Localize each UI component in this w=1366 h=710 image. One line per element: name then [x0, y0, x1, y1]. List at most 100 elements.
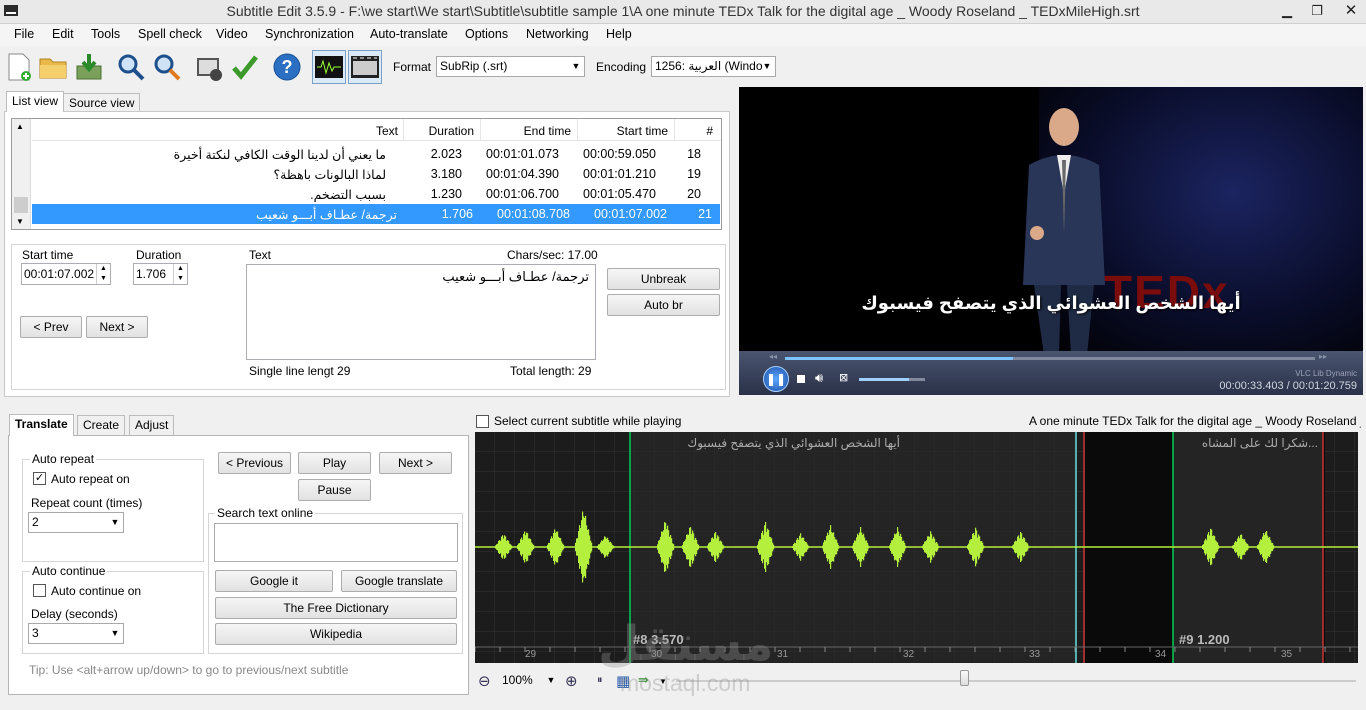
- cell-number: 20: [687, 187, 701, 201]
- help-icon[interactable]: ?: [270, 50, 304, 84]
- tick-label: 35: [1281, 649, 1293, 660]
- next-subtitle-button[interactable]: Next >: [379, 452, 452, 474]
- encoding-label: Encoding: [596, 60, 647, 74]
- repeat-count-select[interactable]: 2 ▼: [28, 512, 124, 533]
- zoom-in-icon[interactable]: ⊕: [565, 672, 578, 690]
- select-while-playing-checkbox[interactable]: [476, 415, 489, 428]
- visual-sync-icon[interactable]: [192, 50, 226, 84]
- menu-video[interactable]: Video: [216, 27, 248, 41]
- tab-adjust[interactable]: Adjust: [129, 415, 175, 435]
- replace-icon[interactable]: [150, 50, 184, 84]
- chevron-down-icon: ▼: [762, 61, 772, 71]
- duration-spinner[interactable]: ▲ ▼: [173, 264, 187, 284]
- menu-help[interactable]: Help: [606, 27, 632, 41]
- fullscreen-icon[interactable]: ⊠: [839, 371, 848, 384]
- tab-create[interactable]: Create: [77, 415, 126, 435]
- next-button[interactable]: Next >: [86, 316, 148, 338]
- delay-label: Delay (seconds): [31, 607, 118, 621]
- volume-icon[interactable]: 🔊︎: [815, 370, 823, 386]
- tick-label: 33: [1029, 649, 1041, 660]
- spell-check-icon[interactable]: [228, 50, 262, 84]
- format-select[interactable]: SubRip (.srt) ▼: [436, 56, 585, 77]
- play-button[interactable]: Play: [298, 452, 371, 474]
- tab-source-view[interactable]: Source view: [63, 93, 141, 112]
- menu-bar: File Edit Tools Spell check Video Synchr…: [0, 24, 1366, 46]
- cell-end: 00:01:06.700: [486, 187, 559, 201]
- position-slider-thumb[interactable]: [960, 670, 969, 686]
- auto-continue-on-label: Auto continue on: [51, 584, 142, 598]
- open-folder-icon[interactable]: [36, 50, 70, 84]
- auto-br-button[interactable]: Auto br: [607, 294, 720, 316]
- find-icon[interactable]: [114, 50, 148, 84]
- col-duration[interactable]: Duration: [429, 124, 474, 138]
- video-player[interactable]: TEDx أيها الشخص العشوائي الذي يتصفح فيسب…: [739, 87, 1363, 395]
- cell-text: بسبب التضخم.: [310, 188, 386, 202]
- scroll-down-icon[interactable]: ▼: [16, 217, 24, 226]
- table-row[interactable]: ما يعني أن لدينا الوقت الكافي لنكتة أخير…: [21, 144, 709, 164]
- title-bar: Subtitle Edit 3.5.9 - F:\we start\We sta…: [0, 0, 1366, 24]
- col-end-time[interactable]: End time: [524, 124, 571, 138]
- tick-label: 34: [1155, 649, 1167, 660]
- new-file-icon[interactable]: [2, 50, 36, 84]
- menu-networking[interactable]: Networking: [526, 27, 589, 41]
- table-row[interactable]: لماذا البالونات باهظة؟ 3.180 00:01:04.39…: [21, 164, 709, 184]
- menu-edit[interactable]: Edit: [52, 27, 74, 41]
- unbreak-button[interactable]: Unbreak: [607, 268, 720, 290]
- auto-continue-group-label: Auto continue: [30, 564, 108, 578]
- table-row-selected[interactable]: ترجمة/ عطـاف أبـــو شعيب 1.706 00:01:08.…: [32, 204, 720, 224]
- tab-list-view[interactable]: List view: [6, 91, 65, 112]
- previous-button[interactable]: < Previous: [218, 452, 291, 474]
- stop-icon[interactable]: [797, 375, 805, 383]
- auto-repeat-checkbox[interactable]: ✓: [33, 472, 46, 485]
- menu-options[interactable]: Options: [465, 27, 508, 41]
- table-row[interactable]: بسبب التضخم. 1.230 00:01:06.700 00:01:05…: [21, 184, 709, 204]
- minimize-icon[interactable]: ▁: [1272, 0, 1302, 22]
- auto-continue-checkbox[interactable]: [33, 584, 46, 597]
- google-translate-button[interactable]: Google translate: [341, 570, 457, 592]
- encoding-select[interactable]: 1256: العربية (Windo ▼: [651, 56, 776, 77]
- volume-bar-fill: [859, 378, 909, 381]
- menu-tools[interactable]: Tools: [91, 27, 120, 41]
- pause-icon[interactable]: ❚❚: [763, 366, 789, 392]
- auto-repeat-on-label: Auto repeat on: [51, 472, 130, 486]
- col-start-time[interactable]: Start time: [617, 124, 668, 138]
- video-toggle-icon[interactable]: [348, 50, 382, 84]
- menu-synchronization[interactable]: Synchronization: [265, 27, 354, 41]
- select-while-playing-label: Select current subtitle while playing: [494, 414, 682, 428]
- search-online-input[interactable]: [214, 523, 458, 562]
- prev-button[interactable]: < Prev: [20, 316, 82, 338]
- forward-icon[interactable]: ▸▸: [1319, 352, 1327, 361]
- tab-translate[interactable]: Translate: [9, 414, 74, 436]
- cell-duration: 3.180: [430, 167, 462, 181]
- rewind-icon[interactable]: ◂◂: [769, 352, 777, 361]
- start-time-spinner[interactable]: ▲ ▼: [96, 264, 110, 284]
- zoom-select[interactable]: 100% ▼: [499, 671, 559, 692]
- menu-auto-translate[interactable]: Auto-translate: [370, 27, 448, 41]
- position-slider[interactable]: [676, 680, 1356, 682]
- chevron-down-icon: ▼: [110, 628, 120, 638]
- google-it-button[interactable]: Google it: [215, 570, 333, 592]
- start-time-label: Start time: [22, 248, 74, 262]
- close-icon[interactable]: ✕: [1336, 0, 1366, 22]
- menu-file[interactable]: File: [14, 27, 34, 41]
- col-number[interactable]: #: [706, 124, 713, 138]
- total-length: Total length: 29: [510, 364, 592, 378]
- free-dictionary-button[interactable]: The Free Dictionary: [215, 597, 457, 619]
- scroll-up-icon[interactable]: ▲: [16, 122, 24, 131]
- watermark-ar: مستقل: [598, 618, 774, 671]
- split-icon[interactable]: ⏸︎: [597, 674, 603, 687]
- waveform-toggle-icon[interactable]: [312, 50, 346, 84]
- cell-end: 00:01:04.390: [486, 167, 559, 181]
- col-text[interactable]: Text: [376, 124, 398, 138]
- menu-spell-check[interactable]: Spell check: [138, 27, 202, 41]
- zoom-out-icon[interactable]: ⊖: [478, 672, 491, 690]
- single-line-length: Single line lengt 29: [249, 364, 351, 378]
- pause-button[interactable]: Pause: [298, 479, 371, 501]
- delay-select[interactable]: 3 ▼: [28, 623, 124, 644]
- wikipedia-button[interactable]: Wikipedia: [215, 623, 457, 645]
- subtitle-text-area[interactable]: ترجمة/ عطـاف أبـــو شعيب: [246, 264, 596, 360]
- save-download-icon[interactable]: [72, 50, 106, 84]
- cell-duration: 2.023: [430, 147, 462, 161]
- waveform-label-9: #9 1.200: [1179, 632, 1230, 647]
- maximize-icon[interactable]: ❐: [1302, 0, 1332, 22]
